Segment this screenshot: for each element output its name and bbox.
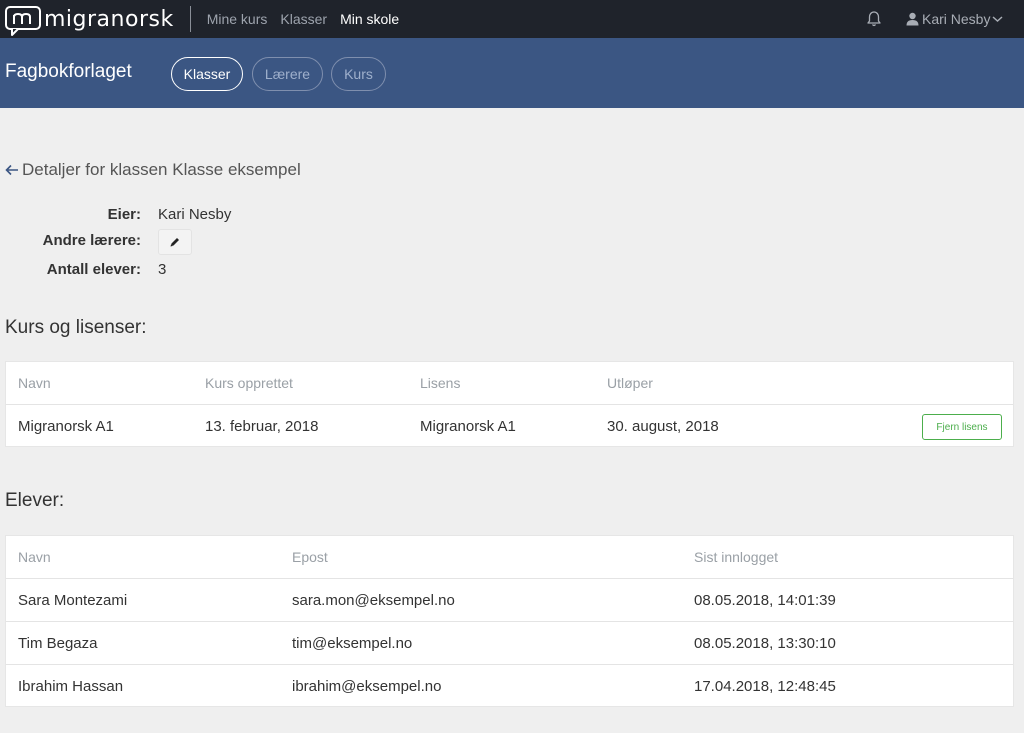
- pencil-icon: [170, 238, 179, 247]
- edit-teachers-button[interactable]: [158, 229, 192, 255]
- logo-icon: [4, 4, 42, 36]
- student-name: Tim Begaza: [18, 634, 98, 652]
- col-header-name: Navn: [18, 549, 51, 565]
- table-row: Migranorsk A1 13. februar, 2018 Migranor…: [6, 405, 1013, 447]
- table-header-row: Navn Epost Sist innlogget: [6, 536, 1013, 579]
- tab-kurs[interactable]: Kurs: [331, 57, 386, 91]
- col-header-created: Kurs opprettet: [205, 375, 293, 391]
- back-link[interactable]: Detaljer for klassen Klasse eksempel: [5, 159, 301, 181]
- teachers-label: Andre lærere:: [42, 232, 141, 249]
- student-email: tim@eksempel.no: [292, 634, 413, 652]
- arrow-left-icon: [5, 164, 18, 176]
- chevron-down-icon: [992, 16, 1003, 23]
- tab-klasser[interactable]: Klasser: [171, 57, 243, 91]
- user-name: Kari Nesby: [922, 11, 991, 27]
- course-license: Migranorsk A1: [420, 417, 516, 435]
- col-header-email: Epost: [292, 549, 328, 565]
- col-header-license: Lisens: [420, 375, 461, 391]
- table-row[interactable]: Ibrahim Hassan ibrahim@eksempel.no 17.04…: [6, 665, 1013, 707]
- course-name: Migranorsk A1: [18, 417, 114, 435]
- owner-value: Kari Nesby: [158, 206, 232, 223]
- user-menu[interactable]: Kari Nesby: [906, 10, 1006, 28]
- tab-laerere[interactable]: Lærere: [252, 57, 323, 91]
- students-count-label: Antall elever:: [46, 261, 141, 278]
- org-name: Fagbokforlaget: [5, 61, 132, 82]
- page-title: Detaljer for klassen Klasse eksempel: [22, 160, 301, 179]
- nav-klasser[interactable]: Klasser: [280, 11, 327, 27]
- table-row[interactable]: Tim Begaza tim@eksempel.no 08.05.2018, 1…: [6, 622, 1013, 665]
- bell-icon[interactable]: [865, 10, 883, 28]
- col-header-expires: Utløper: [607, 375, 653, 391]
- students-count-value: 3: [158, 261, 167, 278]
- nav-mine-kurs[interactable]: Mine kurs: [207, 11, 268, 27]
- course-created: 13. februar, 2018: [205, 417, 319, 435]
- course-expires: 30. august, 2018: [607, 417, 719, 435]
- students-table: Navn Epost Sist innlogget Sara Montezami…: [5, 535, 1014, 707]
- student-name: Ibrahim Hassan: [18, 677, 124, 695]
- brand-logo[interactable]: migranorsk: [4, 0, 174, 38]
- nav-divider: [189, 6, 191, 32]
- school-header: Fagbokforlaget Klasser Lærere Kurs: [0, 38, 1024, 108]
- table-row[interactable]: Sara Montezami sara.mon@eksempel.no 08.0…: [6, 579, 1013, 622]
- courses-section-title: Kurs og lisenser:: [5, 317, 147, 338]
- student-email: sara.mon@eksempel.no: [292, 591, 455, 609]
- user-icon: [906, 12, 919, 26]
- student-last-login: 08.05.2018, 13:30:10: [694, 634, 836, 652]
- student-last-login: 08.05.2018, 14:01:39: [694, 591, 836, 609]
- owner-label: Eier:: [107, 206, 141, 223]
- col-header-last-login: Sist innlogget: [694, 549, 779, 565]
- students-section-title: Elever:: [5, 490, 65, 511]
- student-email: ibrahim@eksempel.no: [292, 677, 442, 695]
- student-last-login: 17.04.2018, 12:48:45: [694, 677, 836, 695]
- remove-license-button[interactable]: Fjern lisens: [922, 414, 1002, 440]
- nav-min-skole[interactable]: Min skole: [340, 11, 399, 27]
- courses-table: Navn Kurs opprettet Lisens Utløper Migra…: [5, 361, 1014, 447]
- col-header-name: Navn: [18, 375, 51, 391]
- top-navbar: migranorsk Mine kurs Klasser Min skole K…: [0, 0, 1024, 38]
- brand-name: migranorsk: [44, 6, 174, 32]
- table-header-row: Navn Kurs opprettet Lisens Utløper: [6, 362, 1013, 405]
- student-name: Sara Montezami: [18, 591, 128, 609]
